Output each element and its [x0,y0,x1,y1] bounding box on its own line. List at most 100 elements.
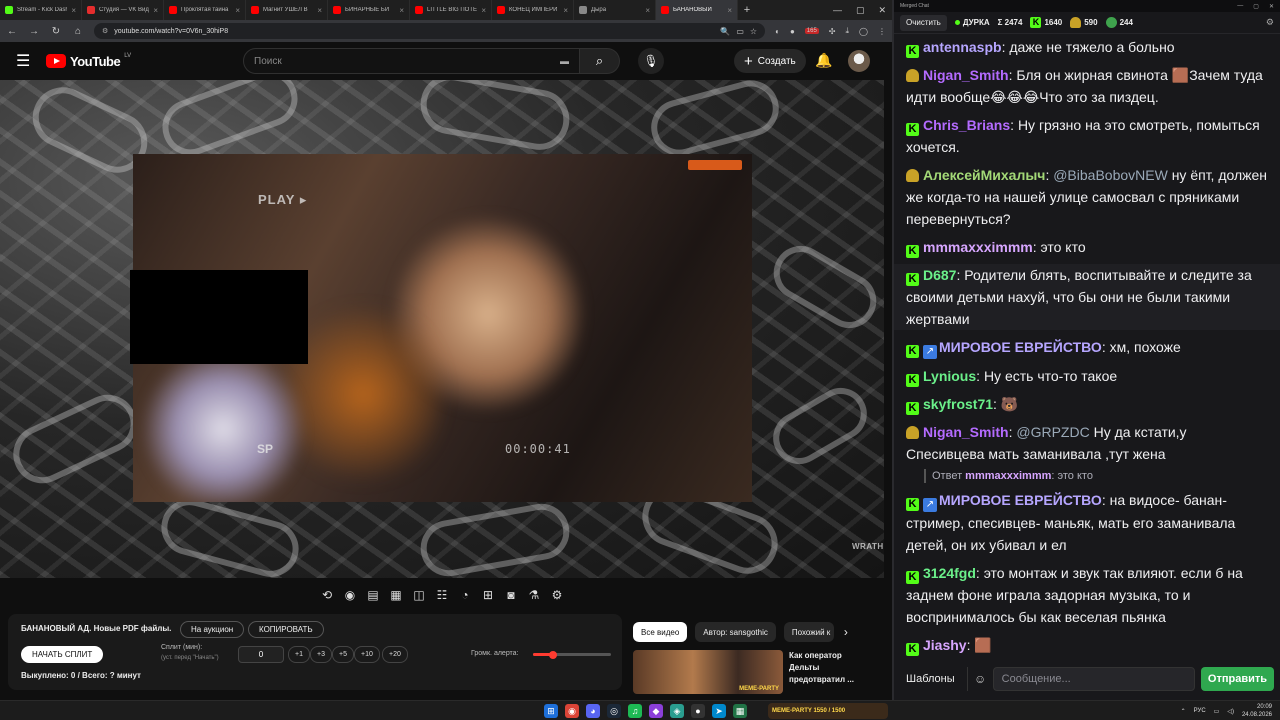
chat-settings-icon[interactable]: ⚙ [1266,17,1274,28]
audio-wave-icon[interactable]: ◉ [343,588,357,602]
extension-badge[interactable]: 165 [804,28,819,34]
add-box-icon[interactable]: ⊞ [481,588,495,602]
camera-icon[interactable]: ◙ [504,588,518,602]
extension-icon-2[interactable]: ● [790,27,795,36]
search-button[interactable]: ⌕ [580,48,620,74]
obs-icon[interactable]: ● [691,704,705,718]
bookmark-star-icon[interactable]: ☆ [750,27,757,36]
keyboard-icon[interactable]: ▬ [560,56,569,66]
create-button[interactable]: + Создать [734,49,806,73]
start-menu-icon[interactable]: ⊞ [544,704,558,718]
app-icon[interactable]: ◆ [649,704,663,718]
chip-all-videos[interactable]: Все видео [633,622,688,642]
related-video-thumbnail[interactable]: MEME-PARTY [633,650,783,694]
maximize-window-icon[interactable]: ▢ [856,5,865,16]
minimize-window-icon[interactable]: — [833,5,842,15]
chat-username[interactable]: skyfrost71 [923,396,993,412]
chat-username[interactable]: АлексейМихалыч [923,167,1045,183]
split-minutes-input[interactable] [238,646,284,663]
youtube-logo[interactable]: YouTube LV [46,53,131,69]
account-avatar[interactable] [848,50,870,72]
clear-chat-button[interactable]: Очистить [900,14,947,31]
search-input[interactable] [254,55,534,67]
volume-icon[interactable]: ◁) [1227,708,1234,715]
chat-username[interactable]: Jiashy [923,637,967,653]
video-player[interactable]: PLAY ▸ SP 00:00:41 WRATH [0,80,884,578]
site-info-icon[interactable]: ⚙ [102,27,108,35]
tab-close-icon[interactable]: × [71,6,76,15]
chat-mention[interactable]: @GRPZDC [1016,424,1089,440]
back-icon[interactable]: ← [6,26,18,37]
chrome-icon[interactable]: ◉ [565,704,579,718]
forward-icon[interactable]: → [28,26,40,37]
chat-username[interactable]: D687 [923,267,956,283]
browser-tab[interactable]: БАНАНОВЫЙ × [656,0,738,20]
start-split-button[interactable]: НАЧАТЬ СПЛИТ [21,646,104,663]
list-icon[interactable]: ☷ [435,588,449,602]
taskbar-widget[interactable]: MEME-PARTY 1550 / 1500 [768,703,888,719]
chat-username[interactable]: 3124fgd [923,565,976,581]
increment-button-1[interactable]: +1 [288,646,310,663]
discord-icon[interactable]: ◕ [586,704,600,718]
send-button[interactable]: Отправить [1200,667,1274,691]
chat-username[interactable]: antennaspb [923,39,1002,55]
cast-icon[interactable]: ▭ [736,27,744,36]
browser-tab[interactable]: Stream - Kick Dash × [0,0,82,20]
network-icon[interactable]: ▭ [1214,708,1220,715]
tab-close-icon[interactable]: × [481,6,486,15]
close-icon[interactable]: ✕ [1269,3,1274,10]
tab-close-icon[interactable]: × [235,6,240,15]
increment-button-20[interactable]: +20 [382,646,408,663]
app-icon-3[interactable]: ▦ [733,704,747,718]
clock[interactable]: 20:09 24.08.2026 [1242,703,1272,719]
browser-tab[interactable]: Магнит УШЁЛ В × [246,0,328,20]
alert-volume-slider[interactable] [533,650,611,659]
language-indicator[interactable]: РУС [1194,708,1206,714]
browser-tab[interactable]: Проклятая тайна × [164,0,246,20]
telegram-icon[interactable]: ➤ [712,704,726,718]
notifications-bell-icon[interactable]: 🔔 [815,52,832,69]
browser-tab[interactable]: БИНАРНЫЕ БИ × [328,0,410,20]
flask-icon[interactable]: ⚗ [527,588,541,602]
chevron-right-icon[interactable]: › [844,625,848,639]
clapper-icon[interactable]: ▦ [389,588,403,602]
templates-button[interactable]: Шаблоны [900,667,961,691]
url-box[interactable]: ⚙ youtube.com/watch?v=0V6n_30hiP8 🔍 ▭ ☆ [94,23,766,39]
increment-button-5[interactable]: +5 [332,646,354,663]
tab-close-icon[interactable]: × [727,6,732,15]
tab-close-icon[interactable]: × [317,6,322,15]
chat-username[interactable]: mmmaxxximmm [923,239,1033,255]
downloads-icon[interactable]: ⤓ [846,26,850,36]
chat-username[interactable]: МИРОВОЕ ЕВРЕЙСТВО [939,339,1102,355]
tray-chevron-icon[interactable]: ⌃ [1181,708,1186,715]
settings-gear-icon[interactable]: ⚙ [550,588,564,602]
browser-tab[interactable]: LITTLE BIG ПОТЕР × [410,0,492,20]
extension-icon[interactable]: ◐ [775,27,780,36]
profile-icon[interactable]: ◯ [859,27,868,36]
auction-button[interactable]: На аукцион [180,621,245,638]
chat-username[interactable]: Nigan_Smith [923,67,1009,83]
steam-icon[interactable]: ◎ [607,704,621,718]
chip-similar[interactable]: Похожий к [783,622,834,642]
chat-message-input[interactable] [992,667,1195,691]
zoom-icon[interactable]: 🔍 [720,27,730,36]
tab-close-icon[interactable]: × [399,6,404,15]
close-window-icon[interactable]: ✕ [878,5,886,16]
tab-close-icon[interactable]: × [645,6,650,15]
reload-icon[interactable]: ↻ [50,26,62,37]
browser-tab[interactable]: Студия — VK Видео × [82,0,164,20]
browser-menu-icon[interactable]: ⋮ [878,27,886,36]
stats-icon[interactable]: ▤ [366,588,380,602]
tab-close-icon[interactable]: × [153,6,158,15]
home-icon[interactable]: ⌂ [72,26,84,37]
maximize-icon[interactable]: ▢ [1253,3,1259,10]
increment-button-10[interactable]: +10 [354,646,380,663]
related-video-title[interactable]: Как оператор Дельты предотвратил ... [789,650,869,686]
picture-in-picture-icon[interactable]: ◫ [412,588,426,602]
emoji-icon[interactable]: ☺ [966,667,987,691]
new-tab-icon[interactable]: + [738,4,756,16]
chat-username[interactable]: Chris_Brians [923,117,1010,133]
app-icon-2[interactable]: ◈ [670,704,684,718]
hamburger-menu-icon[interactable]: ☰ [16,51,38,71]
alert-volume-handle[interactable] [549,650,558,659]
